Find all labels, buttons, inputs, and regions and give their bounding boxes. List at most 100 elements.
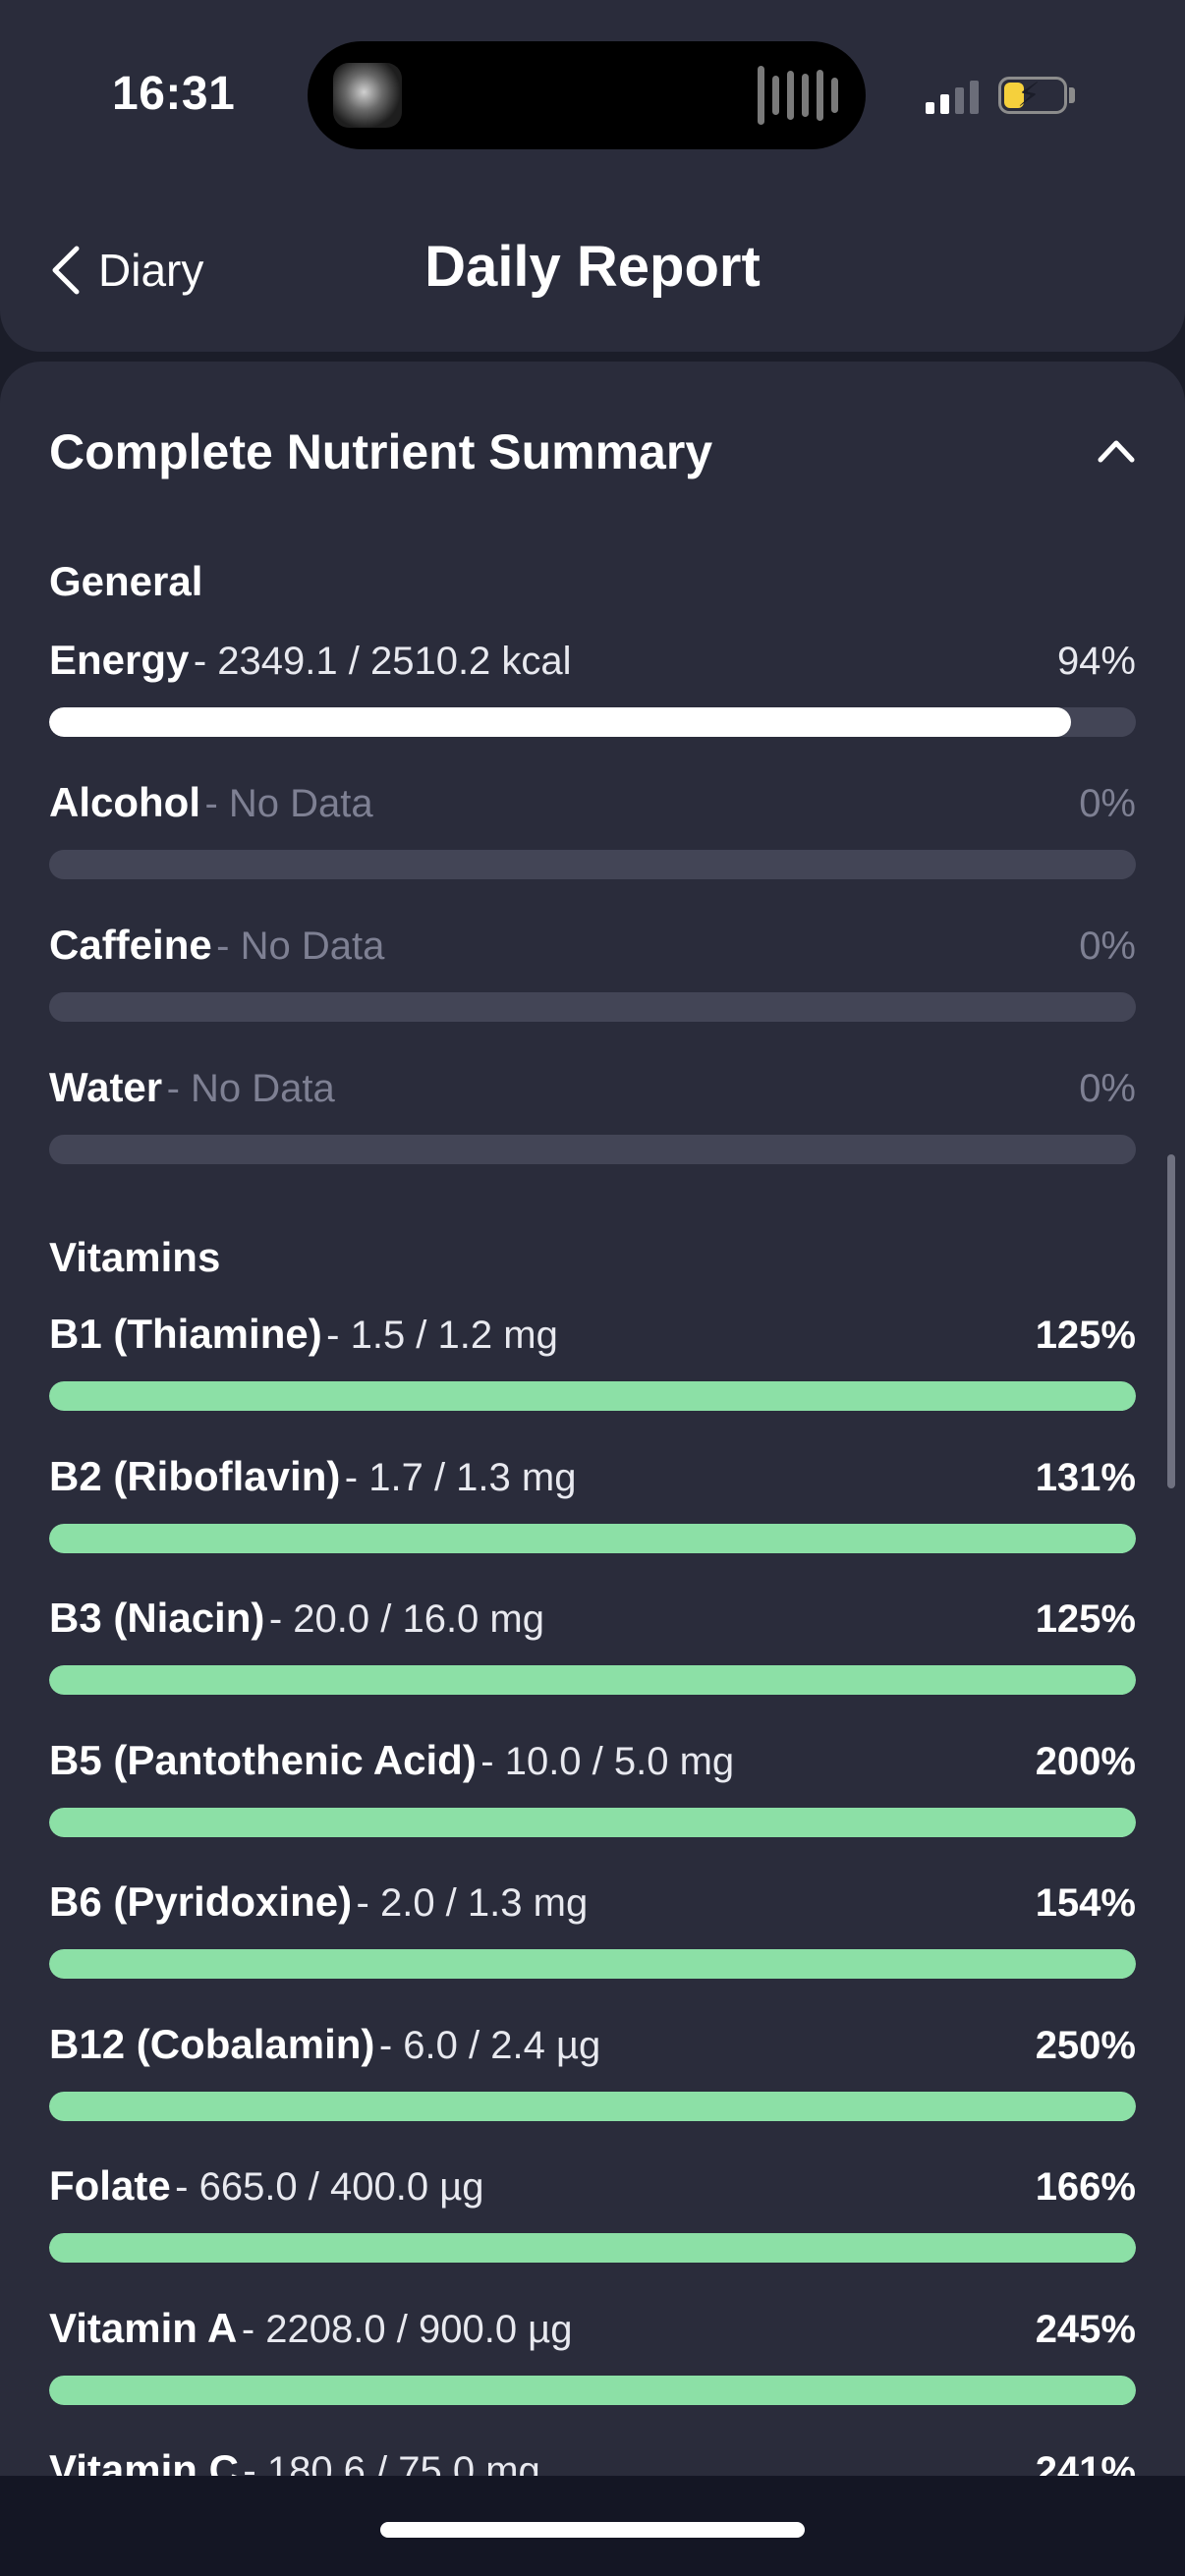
nutrient-label: Caffeine - No Data bbox=[49, 922, 384, 969]
chevron-up-icon bbox=[1097, 436, 1136, 469]
progress-fill bbox=[49, 1949, 1136, 1979]
nutrient-percent: 94% bbox=[1056, 640, 1136, 683]
nutrient-row[interactable]: B1 (Thiamine) - 1.5 / 1.2 mg 125% bbox=[49, 1311, 1136, 1419]
nutrient-row-line: Vitamin A - 2208.0 / 900.0 µg 245% bbox=[49, 2305, 1136, 2366]
nutrient-label: Energy - 2349.1 / 2510.2 kcal bbox=[49, 637, 572, 684]
nutrient-detail: - 1.5 / 1.2 mg bbox=[326, 1314, 558, 1357]
audio-waveform-icon bbox=[758, 65, 838, 126]
nutrient-summary-toggle[interactable]: Complete Nutrient Summary bbox=[49, 413, 1136, 491]
nutrient-row-line: B6 (Pyridoxine) - 2.0 / 1.3 mg 154% bbox=[49, 1878, 1136, 1939]
nutrient-detail: - 20.0 / 16.0 mg bbox=[268, 1597, 544, 1641]
now-playing-artwork bbox=[333, 63, 402, 128]
nutrient-name: Alcohol bbox=[49, 779, 200, 825]
progress-fill bbox=[49, 707, 1071, 737]
nutrient-label: Water - No Data bbox=[49, 1064, 335, 1111]
nutrient-row-line: Caffeine - No Data 0% bbox=[49, 922, 1136, 982]
nutrient-row-line: B3 (Niacin) - 20.0 / 16.0 mg 125% bbox=[49, 1595, 1136, 1655]
cellular-signal-icon bbox=[926, 81, 979, 114]
progress-fill bbox=[49, 1665, 1136, 1695]
nutrient-row[interactable]: Caffeine - No Data 0% bbox=[49, 922, 1136, 1030]
header: 16:31 ⚡ Diary Daily Report bbox=[0, 0, 1185, 352]
nutrient-row-line: B2 (Riboflavin) - 1.7 / 1.3 mg 131% bbox=[49, 1453, 1136, 1514]
nutrient-percent: 200% bbox=[1035, 1739, 1136, 1783]
nutrient-detail: - No Data bbox=[166, 1067, 335, 1110]
nutrient-name: B12 (Cobalamin) bbox=[49, 2020, 375, 2067]
progress-bar bbox=[49, 1949, 1136, 1979]
nutrient-row[interactable]: Folate - 665.0 / 400.0 µg 166% bbox=[49, 2162, 1136, 2270]
nutrient-label: B2 (Riboflavin) - 1.7 / 1.3 mg bbox=[49, 1453, 576, 1500]
nutrient-percent: 125% bbox=[1035, 1597, 1136, 1641]
progress-bar bbox=[49, 850, 1136, 879]
nutrient-row[interactable]: Vitamin A - 2208.0 / 900.0 µg 245% bbox=[49, 2305, 1136, 2413]
nutrient-row[interactable]: B3 (Niacin) - 20.0 / 16.0 mg 125% bbox=[49, 1595, 1136, 1703]
nutrient-percent: 250% bbox=[1035, 2023, 1136, 2067]
nutrient-percent: 0% bbox=[1079, 1067, 1136, 1110]
nutrient-label: B3 (Niacin) - 20.0 / 16.0 mg bbox=[49, 1595, 544, 1642]
nutrient-row-line: B1 (Thiamine) - 1.5 / 1.2 mg 125% bbox=[49, 1311, 1136, 1372]
nutrient-row[interactable]: B12 (Cobalamin) - 6.0 / 2.4 µg 250% bbox=[49, 2021, 1136, 2129]
battery-icon: ⚡ bbox=[998, 77, 1067, 114]
home-indicator[interactable] bbox=[380, 2522, 805, 2538]
nutrient-row[interactable]: Water - No Data 0% bbox=[49, 1064, 1136, 1172]
nutrient-name: Vitamin A bbox=[49, 2304, 238, 2351]
nutrient-row[interactable]: Energy - 2349.1 / 2510.2 kcal 94% bbox=[49, 637, 1136, 745]
progress-bar bbox=[49, 1381, 1136, 1411]
progress-bar bbox=[49, 992, 1136, 1022]
section-label-general: General bbox=[49, 558, 203, 604]
nutrient-percent: 154% bbox=[1035, 1881, 1136, 1925]
nutrient-label: B6 (Pyridoxine) - 2.0 / 1.3 mg bbox=[49, 1878, 588, 1926]
progress-fill bbox=[49, 1523, 1136, 1553]
nutrient-label: B1 (Thiamine) - 1.5 / 1.2 mg bbox=[49, 1311, 558, 1358]
nutrient-detail: - No Data bbox=[216, 924, 385, 968]
progress-fill bbox=[49, 1807, 1136, 1837]
progress-bar bbox=[49, 1523, 1136, 1553]
charging-bolt-icon: ⚡ bbox=[1017, 77, 1041, 114]
progress-bar bbox=[49, 2375, 1136, 2405]
nutrient-detail: - 6.0 / 2.4 µg bbox=[378, 2023, 601, 2067]
nutrient-row-line: Folate - 665.0 / 400.0 µg 166% bbox=[49, 2162, 1136, 2223]
nutrient-percent: 0% bbox=[1079, 924, 1136, 968]
nutrient-detail: - 2208.0 / 900.0 µg bbox=[241, 2307, 573, 2351]
progress-bar bbox=[49, 1807, 1136, 1837]
nutrient-percent: 166% bbox=[1035, 2165, 1136, 2209]
nutrient-detail: - 1.7 / 1.3 mg bbox=[344, 1455, 577, 1499]
nutrient-label: B12 (Cobalamin) - 6.0 / 2.4 µg bbox=[49, 2021, 600, 2068]
dynamic-island[interactable] bbox=[308, 41, 866, 149]
progress-bar bbox=[49, 1665, 1136, 1695]
progress-fill bbox=[49, 2233, 1136, 2263]
nutrient-name: Energy bbox=[49, 637, 190, 683]
nutrient-row-line: Alcohol - No Data 0% bbox=[49, 779, 1136, 840]
nutrient-name: Caffeine bbox=[49, 922, 212, 968]
progress-bar bbox=[49, 2233, 1136, 2263]
nutrient-row[interactable]: B5 (Pantothenic Acid) - 10.0 / 5.0 mg 200… bbox=[49, 1737, 1136, 1845]
progress-fill bbox=[49, 2091, 1136, 2121]
nutrient-row-line: B5 (Pantothenic Acid) - 10.0 / 5.0 mg 200… bbox=[49, 1737, 1136, 1798]
nutrient-row[interactable]: B2 (Riboflavin) - 1.7 / 1.3 mg 131% bbox=[49, 1453, 1136, 1561]
scrollbar[interactable] bbox=[1167, 1154, 1175, 1488]
nutrient-name: Water bbox=[49, 1064, 163, 1110]
nutrient-detail: - 665.0 / 400.0 µg bbox=[175, 2165, 484, 2209]
nutrient-label: B5 (Pantothenic Acid) - 10.0 / 5.0 mg bbox=[49, 1737, 734, 1784]
nutrient-name: Folate bbox=[49, 2162, 171, 2209]
nutrient-row[interactable]: Alcohol - No Data 0% bbox=[49, 779, 1136, 887]
page-title: Daily Report bbox=[424, 235, 761, 299]
card-title: Complete Nutrient Summary bbox=[49, 424, 713, 479]
nutrient-percent: 0% bbox=[1079, 782, 1136, 825]
nutrient-detail: - 10.0 / 5.0 mg bbox=[480, 1739, 735, 1783]
nutrient-row-line: Water - No Data 0% bbox=[49, 1064, 1136, 1125]
nutrient-label: Alcohol - No Data bbox=[49, 779, 373, 826]
nutrient-percent: 125% bbox=[1035, 1314, 1136, 1357]
status-time: 16:31 bbox=[112, 68, 236, 120]
nutrient-row-line: B12 (Cobalamin) - 6.0 / 2.4 µg 250% bbox=[49, 2021, 1136, 2082]
nutrient-row-line: Energy - 2349.1 / 2510.2 kcal 94% bbox=[49, 637, 1136, 698]
nutrient-label: Vitamin A - 2208.0 / 900.0 µg bbox=[49, 2305, 572, 2352]
nutrient-detail: - No Data bbox=[204, 782, 373, 825]
nutrient-name: B1 (Thiamine) bbox=[49, 1311, 322, 1357]
nutrient-name: B2 (Riboflavin) bbox=[49, 1452, 341, 1499]
nutrient-detail: - 2349.1 / 2510.2 kcal bbox=[193, 640, 572, 683]
nutrient-detail: - 2.0 / 1.3 mg bbox=[356, 1881, 589, 1925]
nutrient-row[interactable]: B6 (Pyridoxine) - 2.0 / 1.3 mg 154% bbox=[49, 1878, 1136, 1987]
progress-bar bbox=[49, 1135, 1136, 1164]
nutrient-name: B6 (Pyridoxine) bbox=[49, 1878, 353, 1925]
nutrient-percent: 131% bbox=[1035, 1455, 1136, 1499]
